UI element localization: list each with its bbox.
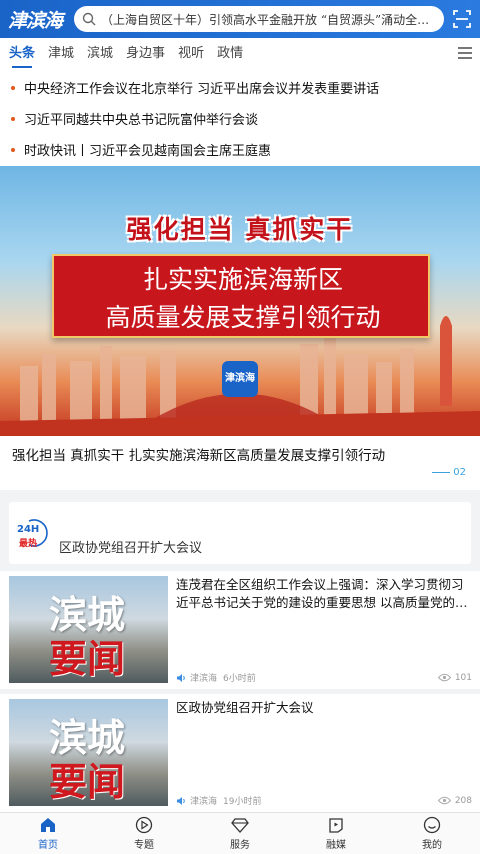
tab-local[interactable]: 身边事 bbox=[126, 38, 165, 70]
search-box[interactable]: （上海自贸区十年）引领高水平金融开放 “自贸源头”涌动全球“… bbox=[74, 6, 444, 32]
hot-badge-bottom: 最热 bbox=[19, 537, 37, 549]
nav-topics[interactable]: 专题 bbox=[96, 813, 192, 854]
search-icon bbox=[82, 12, 96, 26]
hot-24h-card[interactable]: 24H 最热 区政协党组召开扩大会议 bbox=[9, 502, 471, 564]
nav-services[interactable]: 服务 bbox=[192, 813, 288, 854]
banner-headline-box: 扎实实施滨海新区 高质量发展支撑引领行动 bbox=[52, 254, 430, 338]
nav-label: 融媒 bbox=[326, 840, 346, 851]
headline-list: 中央经济工作会议在北京举行 习近平出席会议并发表重要讲话 习近平同越共中央总书记… bbox=[0, 70, 480, 166]
bullet-icon bbox=[11, 116, 15, 121]
news-source: 津滨海 bbox=[190, 797, 218, 807]
news-title: 区政协党组召开扩大会议 bbox=[176, 700, 314, 715]
banner-page-indicator: 02 bbox=[432, 467, 466, 478]
category-tabs: 头条 津城 滨城 身边事 视听 政情 bbox=[0, 38, 480, 70]
banner-title: 强化担当 真抓实干 bbox=[126, 215, 354, 244]
nav-profile[interactable]: 我的 bbox=[384, 813, 480, 854]
news-item[interactable]: 滨城 要闻 区政协党组召开扩大会议 津滨海 19小时前 208 bbox=[0, 694, 480, 812]
home-icon bbox=[41, 818, 55, 832]
hot-news-title: 区政协党组召开扩大会议 bbox=[59, 541, 203, 556]
tab-jincheng[interactable]: 津城 bbox=[48, 38, 74, 70]
headline-text: 中央经济工作会议在北京举行 习近平出席会议并发表重要讲话 bbox=[24, 82, 380, 97]
news-time: 19小时前 bbox=[223, 797, 262, 807]
banner-line-1: 扎实实施滨海新区 bbox=[142, 265, 343, 294]
headline-text: 时政快讯丨习近平会见越南国会主席王庭惠 bbox=[24, 144, 272, 159]
headline-item[interactable]: 中央经济工作会议在北京举行 习近平出席会议并发表重要讲话 bbox=[0, 72, 480, 103]
thumb-text-bottom: 要闻 bbox=[49, 759, 126, 804]
media-icon bbox=[329, 818, 343, 833]
menu-icon[interactable] bbox=[458, 47, 472, 59]
banner-logo: 津滨海 bbox=[222, 361, 258, 397]
diamond-icon bbox=[231, 818, 249, 833]
bullet-icon bbox=[11, 85, 15, 90]
tab-video[interactable]: 视听 bbox=[178, 38, 204, 70]
news-title: 连茂君在全区组织工作会议上强调：深入学习贯彻习近平总书记关于党的建设的重要思想 … bbox=[176, 577, 464, 610]
search-placeholder: （上海自贸区十年）引领高水平金融开放 “自贸源头”涌动全球“… bbox=[101, 12, 436, 27]
news-view-count: 101 bbox=[454, 672, 472, 683]
scan-icon[interactable] bbox=[452, 9, 472, 29]
hot-24h-icon: 24H 最热 bbox=[17, 519, 48, 549]
nav-label: 首页 bbox=[38, 840, 58, 851]
app-logo: 津滨海 bbox=[8, 9, 63, 32]
eye-icon bbox=[437, 796, 451, 805]
thumb-text-bottom: 要闻 bbox=[49, 636, 126, 681]
nav-home[interactable]: 首页 bbox=[0, 813, 96, 854]
bottom-nav: 首页 专题 服务 融媒 我的 bbox=[0, 812, 480, 854]
nav-label: 专题 bbox=[134, 840, 154, 851]
bullet-icon bbox=[11, 147, 15, 152]
nav-media[interactable]: 融媒 bbox=[288, 813, 384, 854]
eye-icon bbox=[437, 673, 451, 682]
banner-caption[interactable]: 强化担当 真抓实干 扎实实施滨海新区高质量发展支撑引领行动 02 bbox=[0, 436, 480, 490]
nav-label: 我的 bbox=[422, 840, 442, 851]
profile-icon bbox=[423, 816, 441, 834]
tab-politics[interactable]: 政情 bbox=[217, 38, 243, 70]
banner-caption-text: 强化担当 真抓实干 扎实实施滨海新区高质量发展支撑引领行动 bbox=[12, 448, 386, 464]
tab-headline[interactable]: 头条 bbox=[9, 38, 35, 70]
news-meta: 津滨海 19小时前 208 bbox=[176, 794, 472, 807]
tab-bincheng[interactable]: 滨城 bbox=[87, 38, 113, 70]
play-circle-icon bbox=[135, 816, 153, 834]
news-thumbnail: 滨城 要闻 bbox=[9, 699, 168, 806]
speaker-icon[interactable] bbox=[176, 673, 186, 683]
feature-banner[interactable]: 强化担当 真抓实干 扎实实施滨海新区 高质量发展支撑引领行动 津滨海 bbox=[0, 166, 480, 436]
news-thumbnail: 滨城 要闻 bbox=[9, 576, 168, 683]
speaker-icon[interactable] bbox=[176, 796, 186, 806]
news-time: 6小时前 bbox=[223, 674, 256, 684]
news-views: 208 bbox=[437, 795, 472, 806]
news-source: 津滨海 bbox=[190, 674, 218, 684]
headline-text: 习近平同越共中央总书记阮富仲举行会谈 bbox=[24, 113, 259, 128]
news-meta: 津滨海 6小时前 101 bbox=[176, 671, 472, 684]
banner-line-2: 高质量发展支撑引领行动 bbox=[105, 303, 381, 332]
nav-label: 服务 bbox=[230, 840, 250, 851]
news-views: 101 bbox=[437, 672, 472, 683]
top-bar: 津滨海 （上海自贸区十年）引领高水平金融开放 “自贸源头”涌动全球“… bbox=[0, 0, 480, 38]
headline-item[interactable]: 习近平同越共中央总书记阮富仲举行会谈 bbox=[0, 103, 480, 134]
news-view-count: 208 bbox=[454, 795, 472, 806]
headline-item[interactable]: 时政快讯丨习近平会见越南国会主席王庭惠 bbox=[0, 134, 480, 165]
news-item[interactable]: 滨城 要闻 连茂君在全区组织工作会议上强调：深入学习贯彻习近平总书记关于党的建设… bbox=[0, 571, 480, 689]
hot-badge-top: 24H bbox=[17, 524, 39, 535]
